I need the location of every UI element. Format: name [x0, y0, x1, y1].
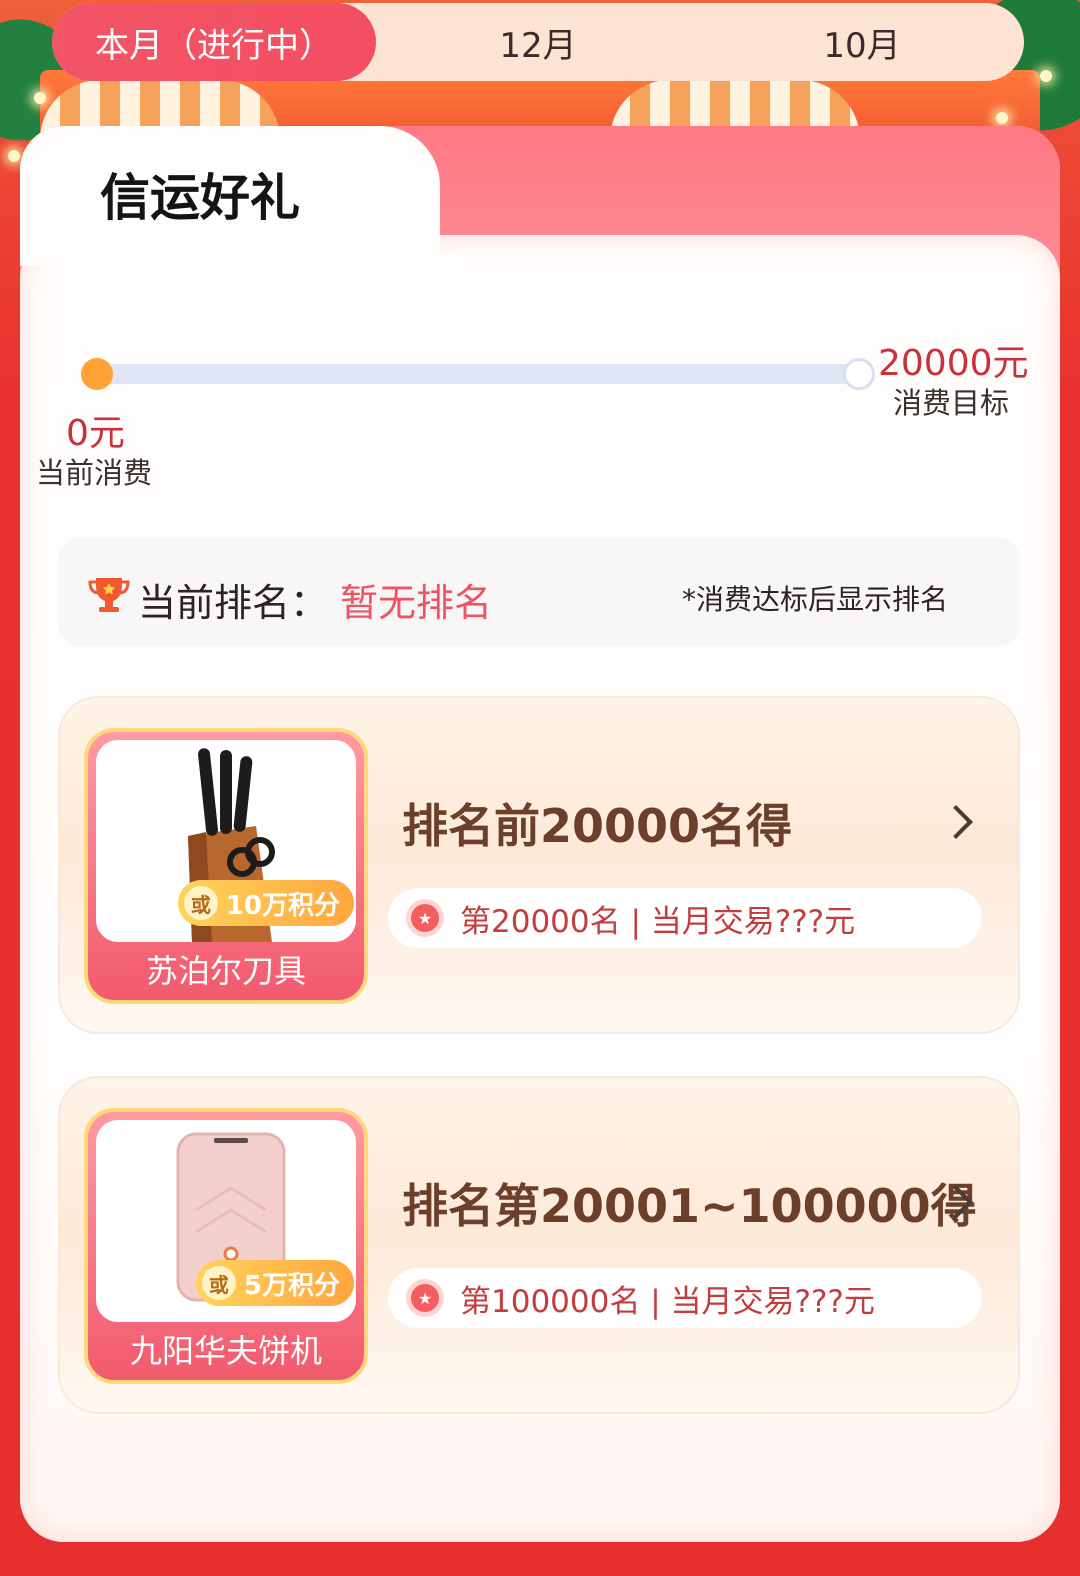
- prize-condition: ★ 第20000名 | 当月交易???元: [388, 888, 982, 948]
- medal-icon: ★: [406, 899, 444, 937]
- trophy-icon: [88, 578, 130, 612]
- prize-condition-text: 第20000名 | 当月交易???元: [460, 903, 856, 940]
- prize-card[interactable]: 或 5万积分 九阳华夫饼机 排名第20001~100000得 ★ 第100000…: [58, 1076, 1020, 1414]
- prize-thumbnail: 或 10万积分 苏泊尔刀具: [84, 728, 368, 1004]
- section-title: 信运好礼: [100, 169, 300, 227]
- spending-goal-value: 20000元: [878, 343, 1029, 384]
- light-bulb: [1040, 70, 1052, 82]
- prize-condition: ★ 第100000名 | 当月交易???元: [388, 1268, 982, 1328]
- prize-condition-text: 第100000名 | 当月交易???元: [460, 1283, 875, 1320]
- or-label: 或: [183, 886, 218, 920]
- rank-value: 暂无排名: [340, 581, 493, 625]
- points-alternative-badge: 或 10万积分: [177, 880, 354, 926]
- prize-title: 排名第20001~100000得: [402, 1179, 977, 1233]
- spending-progress-track: [95, 364, 860, 384]
- progress-current-marker: [81, 358, 113, 390]
- prize-thumbnail: 或 5万积分 九阳华夫饼机: [84, 1108, 368, 1384]
- tab-october[interactable]: 10月: [700, 3, 1024, 81]
- current-spending-label: 当前消费: [36, 456, 153, 490]
- or-label: 或: [201, 1266, 236, 1300]
- tab-december[interactable]: 12月: [376, 3, 700, 81]
- points-value: 5万积分: [243, 1270, 340, 1301]
- medal-icon: ★: [406, 1279, 444, 1317]
- points-alternative-badge: 或 5万积分: [195, 1260, 354, 1306]
- prize-title: 排名前20000名得: [402, 799, 793, 853]
- light-bulb: [996, 112, 1008, 124]
- rank-label: 当前排名：: [138, 581, 329, 625]
- spending-goal-label: 消费目标: [893, 386, 1010, 420]
- current-spending-value: 0元: [66, 413, 125, 454]
- chevron-right-icon[interactable]: [939, 805, 973, 839]
- light-bulb: [8, 150, 20, 162]
- progress-goal-marker: [843, 358, 875, 390]
- month-tabs: 本月（进行中） 12月 10月: [52, 3, 1024, 81]
- prize-item-name: 苏泊尔刀具: [145, 952, 306, 990]
- rank-note: *消费达标后显示排名: [682, 583, 949, 616]
- tab-current-month[interactable]: 本月（进行中）: [52, 3, 376, 81]
- light-bulb: [34, 92, 46, 104]
- prize-item-name: 九阳华夫饼机: [129, 1332, 322, 1370]
- prize-card[interactable]: 或 10万积分 苏泊尔刀具 排名前20000名得 ★ 第20000名 | 当月交…: [58, 696, 1020, 1034]
- points-value: 10万积分: [225, 890, 340, 921]
